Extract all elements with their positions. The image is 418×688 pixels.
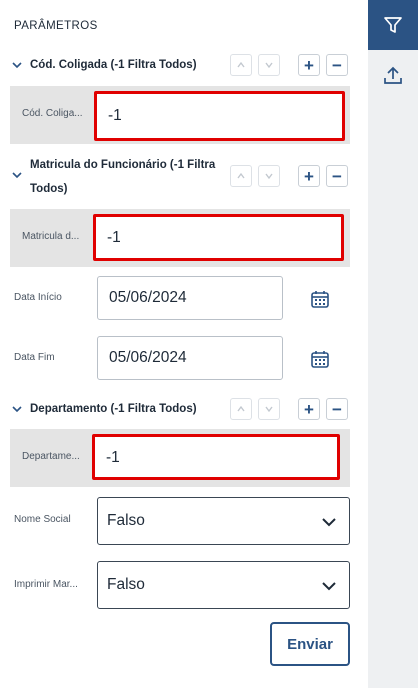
- date-end-value: 05/06/2024: [109, 349, 187, 366]
- move-down-button[interactable]: [258, 54, 280, 76]
- chevron-down-icon: [265, 62, 273, 69]
- remove-button[interactable]: −: [326, 54, 348, 76]
- section-title-continued: Todos): [30, 183, 68, 195]
- input-value: -1: [108, 107, 122, 124]
- filter-icon: [384, 17, 402, 33]
- chevron-down-icon: [265, 173, 273, 180]
- parameters-title: PARÂMETROS: [14, 20, 98, 32]
- minus-icon: −: [332, 166, 342, 186]
- date-start-label: Data Início: [14, 292, 62, 303]
- move-up-button[interactable]: [230, 165, 252, 187]
- parameters-panel: PARÂMETROS Cód. Coligada (-1 Filtra Todo…: [0, 0, 368, 688]
- departamento-row: Departame... -1: [10, 429, 350, 487]
- move-up-button[interactable]: [230, 54, 252, 76]
- matricula-input[interactable]: -1: [93, 214, 344, 261]
- input-value: -1: [107, 229, 121, 246]
- move-down-button[interactable]: [258, 398, 280, 420]
- upload-button[interactable]: [368, 52, 418, 98]
- filter-button[interactable]: [368, 0, 418, 50]
- add-button[interactable]: +: [298, 398, 320, 420]
- calendar-icon[interactable]: [309, 348, 331, 370]
- nome-social-select[interactable]: Falso: [97, 497, 350, 545]
- chevron-down-icon: [322, 518, 336, 527]
- section-title: Matricula do Funcionário (-1 Filtra: [30, 159, 216, 171]
- matricula-row: Matricula d... -1: [10, 209, 350, 267]
- chevron-down-icon[interactable]: [10, 402, 24, 416]
- calendar-icon[interactable]: [309, 288, 331, 310]
- chevron-up-icon: [237, 61, 245, 68]
- section-departamento-header[interactable]: Departamento (-1 Filtra Todos) + −: [10, 398, 355, 420]
- chevron-down-icon[interactable]: [10, 58, 24, 72]
- upload-icon: [384, 66, 402, 84]
- minus-icon: −: [332, 399, 342, 419]
- minus-icon: −: [332, 55, 342, 75]
- chevron-up-icon: [237, 172, 245, 179]
- cod-coligada-row: Cód. Coliga... -1: [10, 86, 350, 144]
- field-label: Matricula d...: [22, 231, 80, 242]
- date-end-label: Data Fim: [14, 352, 55, 363]
- chevron-up-icon: [237, 405, 245, 412]
- section-title: Cód. Coligada (-1 Filtra Todos): [30, 59, 197, 71]
- departamento-input[interactable]: -1: [92, 434, 340, 480]
- move-up-button[interactable]: [230, 398, 252, 420]
- section-cod-coligada-header[interactable]: Cód. Coligada (-1 Filtra Todos) + −: [10, 54, 355, 76]
- plus-icon: +: [304, 55, 314, 75]
- imprimir-label: Imprimir Mar...: [14, 579, 78, 590]
- add-button[interactable]: +: [298, 165, 320, 187]
- imprimir-select[interactable]: Falso: [97, 561, 350, 609]
- section-title: Departamento (-1 Filtra Todos): [30, 403, 197, 415]
- date-start-input[interactable]: 05/06/2024: [97, 276, 283, 320]
- input-value: -1: [106, 449, 120, 466]
- field-label: Cód. Coliga...: [22, 108, 83, 119]
- chevron-down-icon: [265, 406, 273, 413]
- plus-icon: +: [304, 399, 314, 419]
- move-down-button[interactable]: [258, 165, 280, 187]
- select-value: Falso: [107, 576, 145, 593]
- send-button[interactable]: Enviar: [270, 622, 350, 666]
- add-button[interactable]: +: [298, 54, 320, 76]
- right-toolbar: [368, 0, 418, 688]
- nome-social-label: Nome Social: [14, 514, 71, 525]
- section-matricula-header[interactable]: Matricula do Funcionário (-1 Filtra Todo…: [10, 154, 355, 200]
- cod-coligada-input[interactable]: -1: [94, 91, 345, 141]
- field-label: Departame...: [22, 451, 80, 462]
- date-start-value: 05/06/2024: [109, 289, 187, 306]
- remove-button[interactable]: −: [326, 165, 348, 187]
- date-end-input[interactable]: 05/06/2024: [97, 336, 283, 380]
- plus-icon: +: [304, 166, 314, 186]
- select-value: Falso: [107, 512, 145, 529]
- chevron-down-icon[interactable]: [10, 168, 24, 182]
- chevron-down-icon: [322, 582, 336, 591]
- remove-button[interactable]: −: [326, 398, 348, 420]
